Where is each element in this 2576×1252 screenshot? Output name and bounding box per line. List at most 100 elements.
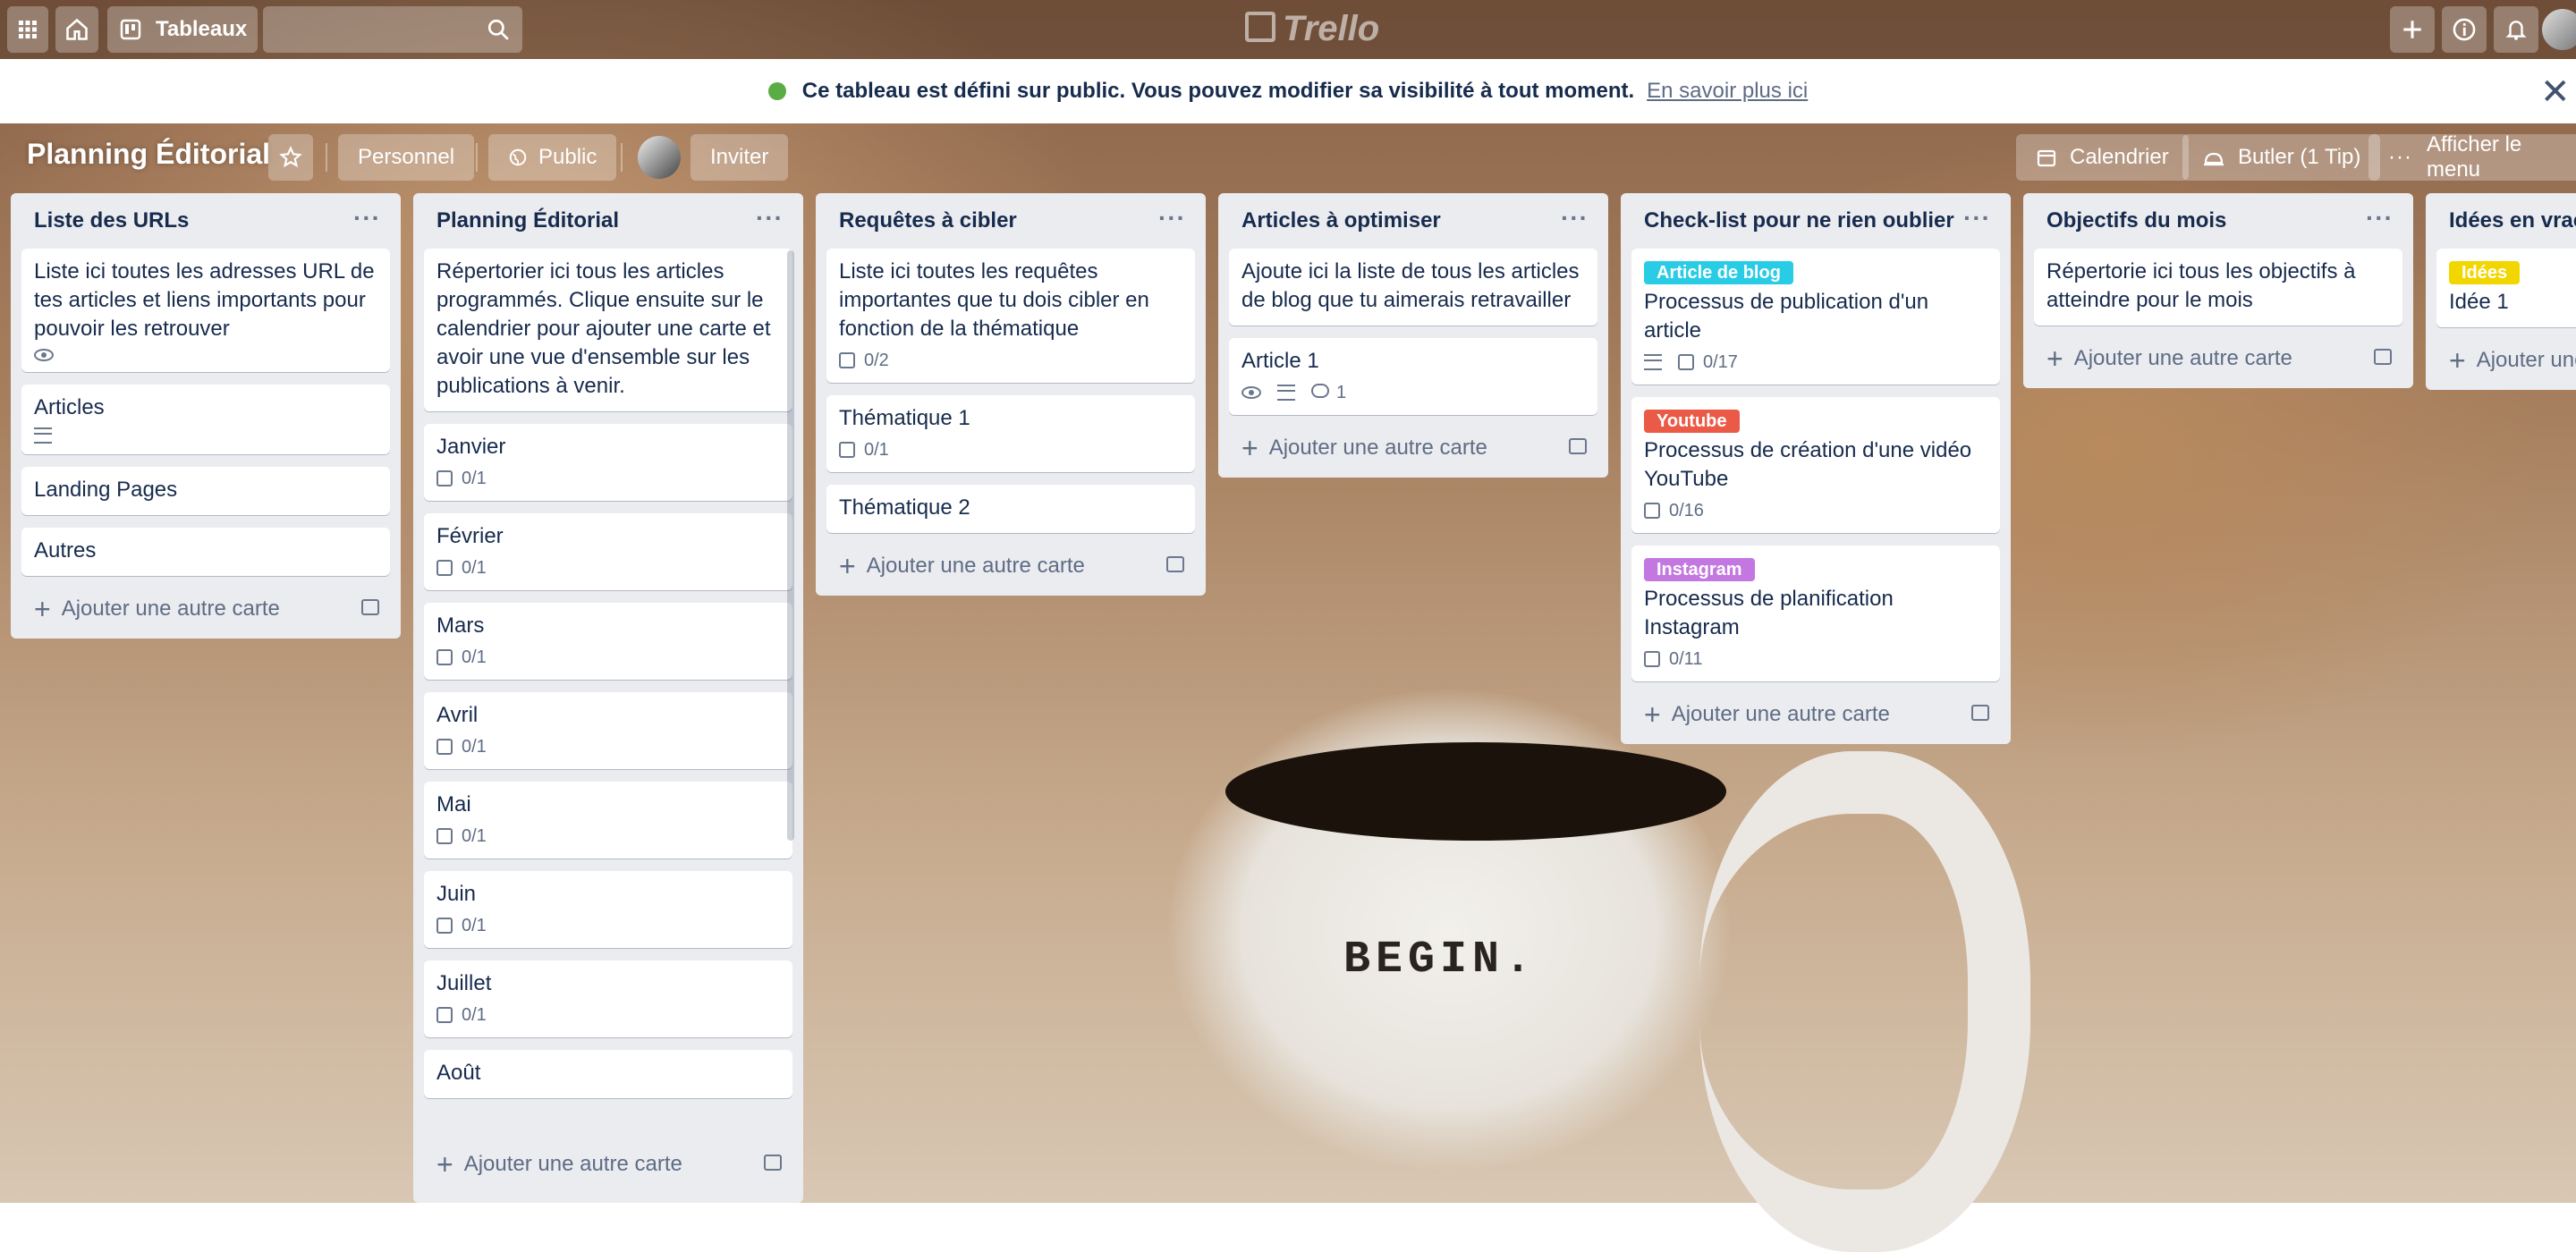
notifications-bell-icon[interactable] [2494,6,2538,53]
trello-logo[interactable]: Trello [1245,9,1379,49]
comment-count: 1 [1336,383,1347,402]
banner-message: Ce tableau est défini sur public. Vous p… [801,79,1635,103]
list-planning-editorial[interactable]: Planning Éditorial ··· Répertorier ici to… [413,193,803,1203]
list-menu-dots-icon[interactable]: ··· [353,204,381,233]
add-card-button[interactable]: + Ajouter une autre carte [424,1144,792,1185]
card-template-icon[interactable] [1971,705,1989,721]
invite-button[interactable]: Inviter [691,134,789,181]
list-card[interactable]: Ajoute ici la liste de tous les articles… [1229,249,1597,326]
checklist-badge: 0/1 [436,735,487,758]
user-avatar[interactable] [2542,9,2576,50]
card-label[interactable]: Article de blog [1644,261,1793,284]
list-card[interactable]: Idées Idée 1 [2436,249,2576,327]
list-card[interactable]: Youtube Processus de création d'une vidé… [1631,397,2000,533]
member-avatar[interactable] [638,136,681,179]
apps-icon[interactable] [7,6,48,53]
list-card[interactable]: Article de blog Processus de publication… [1631,249,2000,385]
list-title[interactable]: Idées en vrac [2449,208,2576,233]
list-card[interactable]: Février 0/1 [424,513,792,590]
list-card[interactable]: Thématique 2 [826,485,1195,533]
list-card[interactable]: Article 1 1 [1229,338,1597,415]
add-card-button[interactable]: + Ajouter une autre carte [2034,338,2402,379]
card-title: Février [436,524,504,548]
list-menu-dots-icon[interactable]: ··· [1561,204,1589,233]
list-card[interactable]: Juin 0/1 [424,871,792,948]
show-menu-button[interactable]: ··· Afficher le menu [2368,132,2576,182]
card-label[interactable]: Instagram [1644,558,1755,581]
butler-button[interactable]: Butler (1 Tip) [2182,134,2381,181]
visibility-button[interactable]: Public [488,134,617,181]
list-title[interactable]: Planning Éditorial [436,208,619,233]
list-card[interactable]: Janvier 0/1 [424,424,792,501]
mug-handle-shape [1699,751,2030,1252]
card-title: Processus de publication d'un article [1644,290,1929,343]
checklist-icon [436,739,453,755]
search-input[interactable] [263,6,522,53]
card-label[interactable]: Idées [2449,261,2521,284]
calendar-button[interactable]: Calendrier [2016,134,2189,181]
info-icon[interactable] [2442,6,2487,53]
card-title: Répertorier ici tous les articles progra… [436,259,771,398]
list-urls[interactable]: Liste des URLs ··· Liste ici toutes les a… [11,193,401,639]
list-title[interactable]: Objectifs du mois [2046,208,2226,233]
list-card[interactable]: Thématique 1 0/1 [826,395,1195,472]
list-requetes[interactable]: Requêtes à cibler ··· Liste ici toutes le… [816,193,1206,596]
list-card[interactable]: Landing Pages [21,467,390,515]
list-card[interactable]: Répertorier ici tous les articles progra… [424,249,792,411]
card-template-icon[interactable] [764,1155,782,1171]
list-card[interactable]: Liste ici toutes les requêtes importante… [826,249,1195,383]
create-plus-icon[interactable] [2390,6,2435,53]
card-title: Avril [436,703,479,727]
board-icon [120,19,141,40]
list-card[interactable]: Août [424,1050,792,1098]
board-title[interactable]: Planning Éditorial [27,138,270,171]
list-title[interactable]: Requêtes à cibler [839,208,1017,233]
boards-button[interactable]: Tableaux [107,6,258,53]
card-template-icon[interactable] [361,599,379,615]
list-menu-dots-icon[interactable]: ··· [1963,204,1991,233]
list-card[interactable]: Mai 0/1 [424,782,792,859]
list-card[interactable]: Juillet 0/1 [424,960,792,1037]
card-title: Landing Pages [34,478,178,502]
list-checklist[interactable]: Check-list pour ne rien oublier ··· Artic… [1621,193,2011,744]
list-card[interactable]: Répertorie ici tous les objectifs à atte… [2034,249,2402,326]
home-icon[interactable] [55,6,98,53]
list-title[interactable]: Check-list pour ne rien oublier [1644,208,1954,233]
checklist-badge: 0/1 [839,438,889,461]
list-articles-optimiser[interactable]: Articles à optimiser ··· Ajoute ici la li… [1218,193,1608,478]
list-menu-dots-icon[interactable]: ··· [2366,204,2394,233]
checklist-count: 0/11 [1669,649,1703,669]
add-card-button[interactable]: + Ajouter une autre carte [1631,694,2000,735]
card-template-icon[interactable] [1569,438,1587,454]
list-card[interactable]: Instagram Processus de planification Ins… [1631,546,2000,681]
add-card-button[interactable]: + Ajouter une autre carte [2436,340,2576,381]
card-template-icon[interactable] [1166,556,1184,572]
card-template-icon[interactable] [2374,349,2392,365]
team-button[interactable]: Personnel [338,134,475,181]
list-title[interactable]: Liste des URLs [34,208,189,233]
list-title[interactable]: Articles à optimiser [1241,208,1441,233]
more-dots-icon: ··· [2388,145,2412,169]
learn-more-link[interactable]: En savoir plus ici [1647,79,1808,104]
close-icon[interactable]: ✕ [2540,72,2576,113]
butler-label: Butler (1 Tip) [2238,145,2361,169]
add-card-button[interactable]: + Ajouter une autre carte [826,546,1195,587]
list-scrollbar[interactable] [787,250,794,841]
card-label[interactable]: Youtube [1644,410,1740,433]
list-cards-scroll[interactable]: Répertorier ici tous les articles progra… [424,249,792,1144]
list-menu-dots-icon[interactable]: ··· [1158,204,1186,233]
list-objectifs[interactable]: Objectifs du mois ··· Répertorie ici tous… [2023,193,2413,388]
star-button[interactable] [268,134,313,181]
calendar-icon [2037,149,2056,167]
list-card[interactable]: Liste ici toutes les adresses URL de tes… [21,249,390,372]
list-menu-dots-icon[interactable]: ··· [756,204,784,233]
checklist-icon [436,560,453,576]
list-card[interactable]: Avril 0/1 [424,692,792,769]
list-card[interactable]: Mars 0/1 [424,603,792,680]
list-card[interactable]: Articles [21,385,390,454]
list-idees[interactable]: Idées en vrac Idées Idée 1 + Ajouter une … [2426,193,2576,390]
plus-icon: + [2449,343,2466,376]
add-card-button[interactable]: + Ajouter une autre carte [21,588,390,630]
list-card[interactable]: Autres [21,528,390,576]
add-card-button[interactable]: + Ajouter une autre carte [1229,427,1597,469]
